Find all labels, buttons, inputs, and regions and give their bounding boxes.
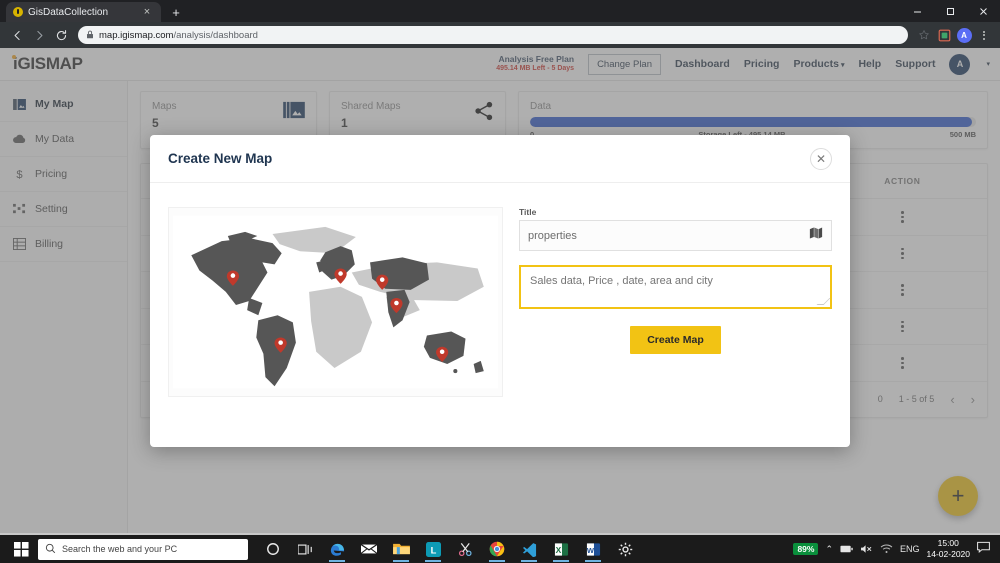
windows-taskbar: Search the web and your PC L X W 89% ⌃ E… [0,535,1000,563]
volume-muted-icon[interactable] [860,544,873,554]
taskbar-clock[interactable]: 15:00 14-02-2020 [927,538,970,559]
svg-text:L: L [430,545,436,555]
browser-toolbar: map.igismap.com/analysis/dashboard A [0,22,1000,48]
dialog-body: Title Create Map [150,183,850,397]
world-map-illustration [168,207,503,397]
create-map-form: Title Create Map [513,207,832,397]
browser-tab[interactable]: GisDataCollection × [6,2,161,22]
reload-icon[interactable] [50,24,72,46]
svg-text:X: X [555,544,561,554]
file-explorer-icon[interactable] [386,536,416,562]
profile-avatar[interactable]: A [954,25,974,45]
address-bar-text: map.igismap.com/analysis/dashboard [99,30,258,41]
word-icon[interactable]: W [578,536,608,562]
lock-icon [86,26,94,44]
windows-start-icon[interactable] [6,541,36,557]
settings-gear-icon[interactable] [610,536,640,562]
taskbar-apps: L X W [258,536,640,562]
profile-initial: A [956,27,972,43]
taskbar-search-placeholder: Search the web and your PC [62,544,178,554]
dialog-header: Create New Map ✕ [150,135,850,183]
vs-code-icon[interactable] [514,536,544,562]
notification-center-icon[interactable] [977,540,990,558]
svg-text:W: W [586,545,594,554]
edge-icon[interactable] [322,536,352,562]
snip-sketch-icon[interactable] [450,536,480,562]
taskbar-search-box[interactable]: Search the web and your PC [38,538,248,560]
chrome-icon[interactable] [482,536,512,562]
description-textarea[interactable] [521,267,830,307]
window-controls [901,0,1000,22]
create-map-button[interactable]: Create Map [630,326,721,354]
url-host: map.igismap.com [99,29,174,41]
extension-icon[interactable] [934,25,954,45]
title-input[interactable] [528,229,809,242]
map-fold-icon [809,226,823,245]
battery-icon[interactable] [840,545,853,553]
back-arrow-icon[interactable] [6,24,28,46]
system-tray: 89% ⌃ ENG 15:00 14-02-2020 [793,538,994,559]
new-tab-button[interactable]: + [169,6,183,19]
minimize-button[interactable] [901,0,934,22]
cortana-icon[interactable] [258,536,288,562]
dialog-title: Create New Map [168,151,273,166]
lightroom-icon[interactable]: L [418,536,448,562]
tray-chevron-icon[interactable]: ⌃ [825,544,833,555]
url-path: /analysis/dashboard [173,29,258,41]
task-view-icon[interactable] [290,536,320,562]
browser-menu-icon[interactable] [974,25,994,45]
title-input-row [519,220,832,251]
clock-date: 14-02-2020 [926,549,970,559]
browser-tabstrip: GisDataCollection × + [0,0,1000,22]
maximize-button[interactable] [934,0,967,22]
title-field-label: Title [519,207,537,217]
search-icon [45,543,56,556]
tab-favicon-icon [13,7,23,17]
close-button[interactable] [967,0,1000,22]
clock-time: 15:00 [937,538,959,549]
description-field-wrapper [519,265,832,309]
forward-arrow-icon[interactable] [28,24,50,46]
battery-percent[interactable]: 89% [793,543,819,555]
tab-close-icon[interactable]: × [140,6,154,18]
excel-icon[interactable]: X [546,536,576,562]
bookmark-star-icon[interactable] [914,25,934,45]
wifi-icon[interactable] [880,544,893,554]
mail-icon[interactable] [354,536,384,562]
language-indicator[interactable]: ENG [900,544,920,554]
tab-title: GisDataCollection [28,6,109,18]
create-new-map-dialog: Create New Map ✕ Title properties Sales … [150,135,850,447]
address-bar[interactable]: map.igismap.com/analysis/dashboard [78,26,908,44]
close-icon[interactable]: ✕ [810,147,832,170]
